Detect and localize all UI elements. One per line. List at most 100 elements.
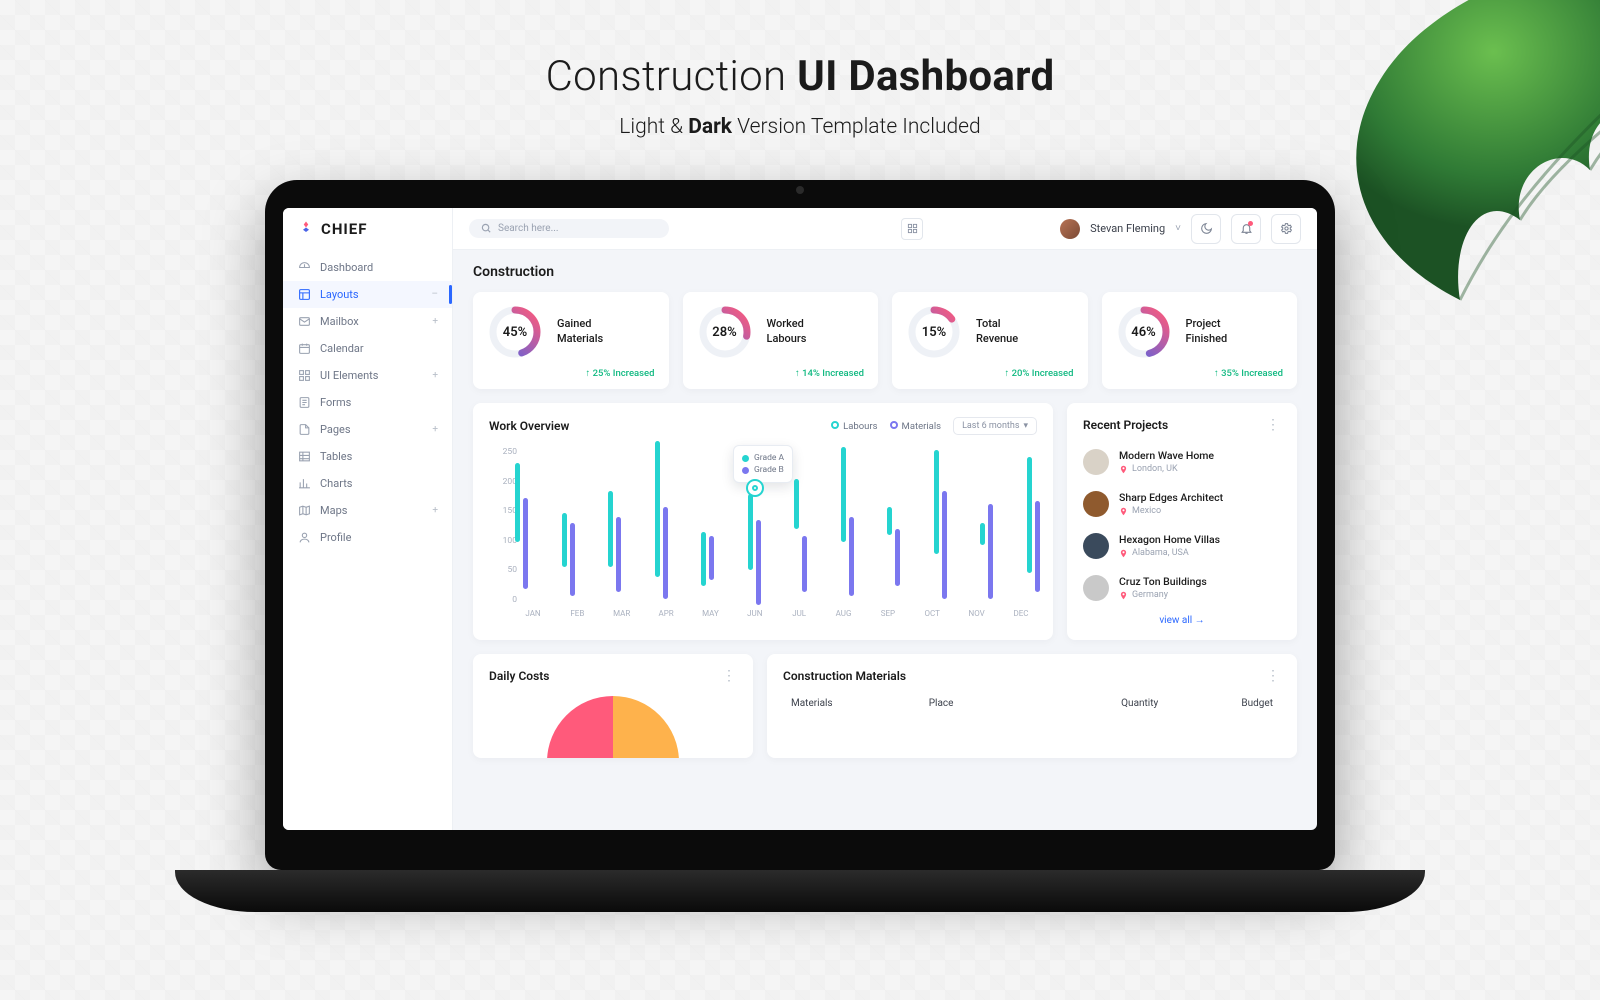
bar-labours[interactable] — [655, 441, 660, 577]
chart-plot: Grade A Grade B — [521, 447, 1033, 605]
project-item[interactable]: Modern Wave Home London, UK — [1083, 441, 1281, 483]
stat-card-total: 15% TotalRevenue 20% Increased — [892, 292, 1088, 389]
legend-materials: Materials — [890, 421, 942, 432]
sidebar: CHIEF Dashboard Layouts – Mailbox + Cale… — [283, 208, 453, 830]
bar-materials[interactable] — [1035, 501, 1040, 593]
donut-chart: 28% — [697, 304, 753, 360]
bar-labours[interactable] — [1027, 457, 1032, 574]
bar-labours[interactable] — [980, 523, 985, 545]
bar-group-may — [697, 447, 717, 605]
avatar[interactable] — [1060, 219, 1080, 239]
bar-labours[interactable] — [794, 479, 799, 530]
range-dropdown[interactable]: Last 6 months▾ — [953, 417, 1037, 435]
dashboard-icon — [297, 261, 311, 275]
sidebar-item-tables[interactable]: Tables — [283, 443, 452, 470]
project-item[interactable]: Cruz Ton Buildings Germany — [1083, 567, 1281, 609]
sidebar-item-profile[interactable]: Profile — [283, 524, 452, 551]
bar-materials[interactable] — [802, 536, 807, 593]
donut-chart: 46% — [1116, 304, 1172, 360]
donut-chart: 45% — [487, 304, 543, 360]
stat-card-project: 46% ProjectFinished 35% Increased — [1102, 292, 1298, 389]
recent-projects-panel: Recent Projects ⋮ Modern Wave Home Londo… — [1067, 403, 1297, 640]
bar-materials[interactable] — [756, 520, 761, 605]
bar-materials[interactable] — [663, 507, 668, 599]
calendar-icon — [297, 342, 311, 356]
bar-materials[interactable] — [988, 504, 993, 599]
search-input[interactable]: Search here... — [469, 219, 669, 238]
materials-menu[interactable]: ⋮ — [1266, 668, 1281, 684]
view-all-link[interactable]: view all → — [1083, 615, 1281, 626]
project-location: Alabama, USA — [1119, 548, 1220, 558]
sidebar-item-label: Maps — [320, 504, 347, 517]
user-chevron-icon[interactable]: ˅ — [1175, 223, 1181, 234]
sidebar-item-dashboard[interactable]: Dashboard — [283, 254, 452, 281]
project-avatar — [1083, 491, 1109, 517]
sidebar-item-layouts[interactable]: Layouts – — [283, 281, 452, 308]
pin-icon — [1119, 549, 1128, 558]
pin-icon — [1119, 591, 1128, 600]
stat-delta: 35% Increased — [1116, 368, 1284, 379]
sidebar-item-calendar[interactable]: Calendar — [283, 335, 452, 362]
stat-label: GainedMaterials — [557, 317, 603, 347]
sidebar-item-charts[interactable]: Charts — [283, 470, 452, 497]
bar-labours[interactable] — [515, 463, 520, 542]
project-item[interactable]: Hexagon Home Villas Alabama, USA — [1083, 525, 1281, 567]
theme-toggle-button[interactable] — [1191, 214, 1221, 244]
settings-button[interactable] — [1271, 214, 1301, 244]
layouts-icon — [297, 288, 311, 302]
sidebar-item-label: UI Elements — [320, 369, 378, 382]
bar-materials[interactable] — [709, 536, 714, 580]
bar-materials[interactable] — [616, 517, 621, 593]
sidebar-item-label: Calendar — [320, 342, 364, 355]
bar-materials[interactable] — [570, 523, 575, 596]
stat-delta: 14% Increased — [697, 368, 865, 379]
bar-materials[interactable] — [849, 517, 854, 596]
bar-labours[interactable] — [701, 532, 706, 586]
recent-projects-title: Recent Projects — [1083, 418, 1168, 432]
topbar: Search here... Stevan Fleming ˅ — [453, 208, 1317, 250]
expand-icon: – — [431, 289, 438, 300]
stat-cards-row: 45% GainedMaterials 25% Increased 28% Wo… — [473, 292, 1297, 389]
recent-projects-menu[interactable]: ⋮ — [1266, 417, 1281, 433]
bar-labours[interactable] — [841, 447, 846, 542]
project-name: Sharp Edges Architect — [1119, 491, 1223, 504]
user-name[interactable]: Stevan Fleming — [1090, 222, 1165, 235]
sidebar-item-label: Forms — [320, 396, 351, 409]
project-name: Hexagon Home Villas — [1119, 533, 1220, 546]
bar-materials[interactable] — [942, 491, 947, 598]
bar-group-sep — [883, 447, 903, 605]
bar-labours[interactable] — [562, 513, 567, 567]
stat-percent: 46% — [1116, 304, 1172, 360]
project-avatar — [1083, 575, 1109, 601]
bar-materials[interactable] — [523, 498, 528, 590]
brand-logo[interactable]: CHIEF — [283, 208, 452, 248]
profile-icon — [297, 531, 311, 545]
bar-labours[interactable] — [748, 494, 753, 570]
app-screen: CHIEF Dashboard Layouts – Mailbox + Cale… — [283, 208, 1317, 830]
sidebar-item-maps[interactable]: Maps + — [283, 497, 452, 524]
notifications-button[interactable] — [1231, 214, 1261, 244]
bar-group-jun — [744, 447, 764, 605]
sidebar-item-forms[interactable]: Forms — [283, 389, 452, 416]
sidebar-item-pages[interactable]: Pages + — [283, 416, 452, 443]
materials-title: Construction Materials — [783, 669, 906, 683]
bar-group-dec — [1023, 447, 1043, 605]
sidebar-item-label: Profile — [320, 531, 351, 544]
bar-materials[interactable] — [895, 529, 900, 586]
sidebar-item-mailbox[interactable]: Mailbox + — [283, 308, 452, 335]
bar-labours[interactable] — [934, 450, 939, 554]
bar-labours[interactable] — [887, 507, 892, 535]
sidebar-item-ui-elements[interactable]: UI Elements + — [283, 362, 452, 389]
bell-icon — [1240, 222, 1253, 235]
work-overview-panel: Work Overview Labours Materials Last 6 m… — [473, 403, 1053, 640]
grid-icon-button[interactable] — [901, 218, 923, 240]
bar-labours[interactable] — [608, 491, 613, 567]
project-item[interactable]: Sharp Edges Architect Mexico — [1083, 483, 1281, 525]
pages-icon — [297, 423, 311, 437]
bar-group-oct — [930, 447, 950, 605]
tables-icon — [297, 450, 311, 464]
bar-group-mar — [604, 447, 624, 605]
moon-icon — [1200, 222, 1213, 235]
bar-group-apr — [651, 447, 671, 605]
daily-costs-menu[interactable]: ⋮ — [722, 668, 737, 684]
